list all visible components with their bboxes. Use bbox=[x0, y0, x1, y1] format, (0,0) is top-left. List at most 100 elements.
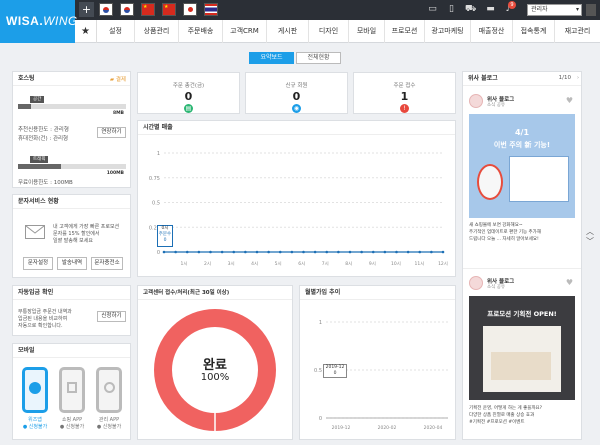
account-select[interactable]: 관리자 ▾ bbox=[527, 4, 582, 16]
japan-flag-icon[interactable] bbox=[183, 3, 197, 16]
mascot-illustration bbox=[477, 164, 503, 200]
message-icon[interactable]: ▬ bbox=[485, 4, 496, 15]
nav-item-design[interactable]: 디자인 bbox=[309, 20, 349, 43]
traffic-value: 100MB bbox=[106, 171, 124, 176]
sales-point bbox=[418, 250, 422, 254]
x-tick-label: 7시 bbox=[322, 261, 329, 267]
korea-flag-icon-2[interactable] bbox=[120, 3, 134, 16]
nav-item-products[interactable]: 상품관리 bbox=[135, 20, 179, 43]
sales-point bbox=[360, 250, 363, 254]
nav-item-mobile[interactable]: 모바일 bbox=[349, 20, 385, 43]
traffic-bar-label: 트래픽 bbox=[30, 156, 49, 163]
chevron-right-icon[interactable]: › bbox=[577, 75, 579, 81]
screenshot-illustration bbox=[483, 326, 561, 392]
sales-point bbox=[232, 250, 236, 254]
monitor-icon[interactable]: ▭ bbox=[427, 4, 438, 15]
storage-bar-fill bbox=[18, 104, 31, 109]
scroll-down-icon[interactable]: ﹀ bbox=[586, 236, 594, 247]
auto-deposit-line-2: 입금된 내용을 비교하여 bbox=[18, 316, 68, 322]
envelope-icon bbox=[25, 225, 45, 239]
nav-item-promotion[interactable]: 프로모션 bbox=[385, 20, 425, 43]
auto-deposit-line-1: 무통장입금 주문건 내역과 bbox=[18, 309, 72, 315]
admin-app-label: 관리 APP bbox=[98, 417, 120, 423]
china-flag-icon-2[interactable]: ★ bbox=[162, 3, 176, 16]
renew-button[interactable]: 연장하기 bbox=[97, 127, 126, 138]
post-image[interactable]: 4/1 이번 주의 新 기능! bbox=[469, 114, 575, 218]
app-logo[interactable]: WISA.WING bbox=[0, 0, 77, 43]
post-image[interactable]: 프로모션 기획전 OPEN! bbox=[469, 296, 575, 400]
donut-center-label: 완료 bbox=[203, 358, 227, 373]
stat-card-members[interactable]: 신규 회원 0 ◉ bbox=[245, 72, 348, 114]
auto-deposit-title: 자동입금 확인 bbox=[13, 286, 130, 300]
avatar bbox=[469, 94, 483, 108]
x-tick-label: 8시 bbox=[345, 261, 352, 267]
account-select-value: 관리자 bbox=[531, 6, 548, 13]
nav-item-settlement[interactable]: 매출정산 bbox=[471, 20, 513, 43]
favorites-star-icon[interactable]: ★ bbox=[75, 20, 97, 43]
traffic-bar bbox=[18, 164, 126, 169]
admin-app-status: ● 신청불가 bbox=[96, 424, 122, 430]
payment-link[interactable]: ▰ 결제 bbox=[110, 75, 126, 83]
chevron-down-icon: ▾ bbox=[575, 6, 579, 13]
shopping-app-phone[interactable] bbox=[59, 367, 85, 413]
stat-label: 주문 접수 bbox=[393, 83, 416, 89]
sms-desc-3: 일괄 발송해 보세요 bbox=[53, 238, 93, 244]
nav-item-statistics[interactable]: 접속통계 bbox=[513, 20, 555, 43]
tab-summary[interactable]: 요약보드 bbox=[249, 52, 294, 64]
heart-icon[interactable]: ♥ bbox=[566, 278, 573, 287]
korea-flag-icon[interactable] bbox=[99, 3, 113, 16]
stat-card-orders[interactable]: 주문 총건(금) 0 ▤ bbox=[137, 72, 240, 114]
stat-label: 주문 총건(금) bbox=[172, 83, 205, 89]
wisa-app-status: ● 신청불가 bbox=[22, 424, 48, 430]
cs-donut-panel: 고객센터 접수/처리(최근 30일 이상) 완료 100% bbox=[137, 285, 293, 440]
x-tick-label: 2시 bbox=[204, 261, 211, 267]
apply-auto-deposit-button[interactable]: 신청하기 bbox=[97, 311, 126, 322]
shopping-app-status: ● 신청불가 bbox=[59, 424, 85, 430]
nav-item-board[interactable]: 게시판 bbox=[267, 20, 309, 43]
y-tick-label: 0 bbox=[157, 250, 160, 256]
product-illustration bbox=[491, 352, 551, 380]
sms-history-button[interactable]: 발송내역 bbox=[57, 257, 87, 270]
wisa-app-label: 위즈앱 bbox=[28, 417, 42, 423]
heart-icon[interactable]: ♥ bbox=[566, 96, 573, 105]
tab-overview[interactable]: 전체현황 bbox=[296, 52, 341, 64]
wisa-app-phone[interactable] bbox=[22, 367, 48, 413]
nav-item-crm[interactable]: 고객CRM bbox=[223, 20, 267, 43]
gear-icon bbox=[103, 382, 115, 393]
stat-value: 1 bbox=[400, 90, 409, 103]
storage-bar-label: 공간 bbox=[30, 96, 45, 103]
china-flag-icon[interactable]: ★ bbox=[141, 3, 155, 16]
thailand-flag-icon[interactable] bbox=[204, 3, 218, 16]
stat-card-receipts[interactable]: 주문 접수 1 ! bbox=[353, 72, 456, 114]
x-tick-label: 3시 bbox=[228, 261, 235, 267]
sms-panel-title: 문자서비스 현황 bbox=[13, 195, 130, 209]
menu-toggle-button[interactable] bbox=[586, 4, 596, 16]
sales-point bbox=[244, 250, 247, 254]
sms-recharge-button[interactable]: 문자충전소 bbox=[91, 257, 123, 270]
stat-value: 0 bbox=[292, 90, 301, 103]
nav-item-marketing[interactable]: 광고마케팅 bbox=[425, 20, 471, 43]
y-tick-label: 1 bbox=[319, 320, 322, 326]
nav-item-settings[interactable]: 설정 bbox=[97, 20, 135, 43]
stat-label: 신규 회원 bbox=[285, 83, 308, 89]
sales-point bbox=[290, 250, 294, 254]
sales-point bbox=[430, 250, 433, 254]
nav-item-inventory[interactable]: 재고관리 bbox=[555, 20, 600, 43]
sales-point bbox=[325, 250, 329, 254]
cart-icon[interactable]: ⛟ bbox=[465, 4, 476, 15]
folder-icon: ▰ bbox=[109, 77, 115, 83]
nav-item-orders[interactable]: 주문배송 bbox=[179, 20, 223, 43]
avatar bbox=[469, 276, 483, 290]
sms-panel: 문자서비스 현황 내 고객에게 가장 빠른 프로모션 문자를 15% 할인에서 … bbox=[12, 194, 131, 278]
admin-app-phone[interactable] bbox=[96, 367, 122, 413]
sms-settings-button[interactable]: 문자설정 bbox=[23, 257, 53, 270]
storage-value: 8MB bbox=[112, 111, 124, 116]
add-tab-button[interactable]: + bbox=[79, 2, 94, 17]
hosting-line-2: 휴대전화(건) : 관리형 bbox=[18, 136, 69, 142]
sales-point bbox=[267, 250, 270, 254]
mobile-icon[interactable]: ▯ bbox=[446, 4, 457, 15]
top-bar: + ★ ★ ▭ ▯ ⛟ ▬ ♪ 9 관리자 ▾ bbox=[0, 0, 600, 20]
traffic-bar-fill bbox=[18, 164, 62, 169]
post-excerpt: 새 쇼핑몰에 보면 강화해요~ 주기적인 업데이트로 편한 기능 추가해 드립니… bbox=[469, 222, 577, 243]
x-tick-label: 1시 bbox=[180, 261, 187, 267]
